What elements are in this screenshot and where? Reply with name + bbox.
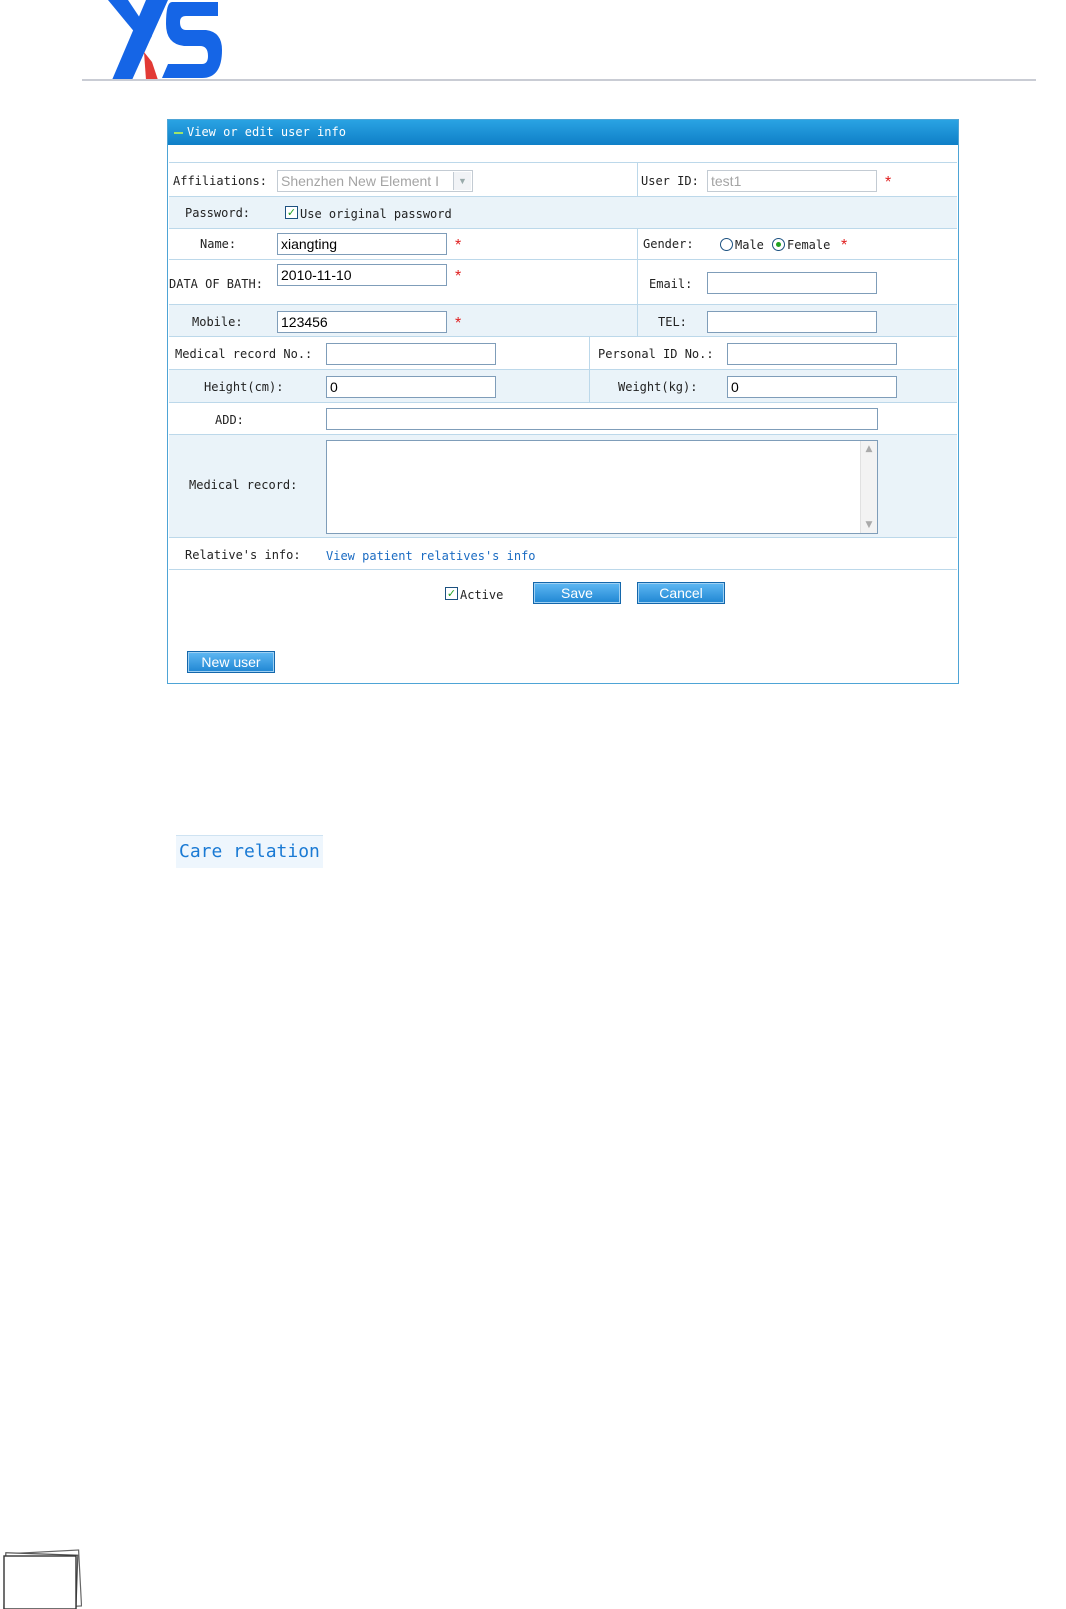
care-relation-tab[interactable]: Care relation bbox=[176, 835, 323, 868]
textarea-scrollbar[interactable]: ▲ ▼ bbox=[860, 441, 877, 533]
affiliations-select[interactable]: Shenzhen New Element I ▼ bbox=[277, 170, 473, 192]
column-divider bbox=[637, 260, 638, 305]
collapse-icon[interactable] bbox=[174, 131, 183, 134]
relatives-label: Relative's info: bbox=[185, 548, 301, 562]
row-height-weight: Height(cm): 0 Weight(kg): 0 bbox=[169, 369, 957, 403]
row-address: ADD: bbox=[169, 402, 957, 435]
row-actions: ✓ Active Save Cancel New user bbox=[169, 569, 957, 683]
scroll-down-icon[interactable]: ▼ bbox=[861, 517, 877, 533]
use-original-password-checkbox[interactable]: ✓ bbox=[285, 206, 298, 219]
header-divider bbox=[82, 79, 1036, 81]
page-header: ' bbox=[82, 0, 1036, 80]
save-button[interactable]: Save bbox=[533, 582, 621, 604]
email-label: Email: bbox=[649, 277, 693, 291]
gender-male-label: Male bbox=[735, 238, 764, 252]
row-name: Name: xiangting * Gender: Male Female * bbox=[169, 228, 957, 260]
gender-male-radio[interactable] bbox=[720, 238, 733, 251]
column-divider bbox=[589, 337, 590, 370]
view-relatives-link[interactable]: View patient relatives's info bbox=[326, 549, 536, 563]
row-dob: DATA OF BATH: 2010-11-10 * Email: bbox=[169, 259, 957, 305]
dob-label: DATA OF BATH: bbox=[169, 277, 263, 291]
cancel-button[interactable]: Cancel bbox=[637, 582, 725, 604]
dob-field[interactable]: 2010-11-10 bbox=[277, 264, 447, 286]
column-divider bbox=[637, 305, 638, 337]
tel-label: TEL: bbox=[658, 315, 687, 329]
new-user-button[interactable]: New user bbox=[187, 651, 275, 673]
medical-record-no-label: Medical record No.: bbox=[175, 347, 313, 361]
gender-female-radio[interactable] bbox=[772, 238, 785, 251]
email-field[interactable] bbox=[707, 272, 877, 294]
page-stack-icon bbox=[3, 1549, 82, 1609]
weight-label: Weight(kg): bbox=[618, 380, 698, 394]
personal-id-field[interactable] bbox=[727, 343, 897, 365]
user-id-label: User ID: bbox=[641, 174, 699, 188]
spacer-row bbox=[169, 145, 957, 162]
required-mark: * bbox=[455, 315, 462, 332]
address-label: ADD: bbox=[215, 413, 244, 427]
row-relatives: Relative's info: View patient relatives'… bbox=[169, 537, 957, 570]
name-label: Name: bbox=[200, 237, 237, 251]
height-label: Height(cm): bbox=[204, 380, 284, 394]
row-password: Password: ✓ Use original password bbox=[169, 196, 957, 229]
required-mark: * bbox=[455, 268, 462, 285]
tel-field[interactable] bbox=[707, 311, 877, 333]
row-medical-record: Medical record: ▲ ▼ bbox=[169, 434, 957, 538]
column-divider bbox=[637, 229, 638, 260]
row-affiliations: Affiliations: Shenzhen New Element I ▼ U… bbox=[169, 162, 957, 197]
column-divider bbox=[589, 370, 590, 403]
medical-record-no-field[interactable] bbox=[326, 343, 496, 365]
affiliations-value: Shenzhen New Element I bbox=[281, 173, 439, 189]
mobile-field[interactable]: 123456 bbox=[277, 311, 447, 333]
height-field[interactable]: 0 bbox=[326, 376, 496, 398]
column-divider bbox=[637, 163, 638, 197]
use-original-password-label: Use original password bbox=[300, 207, 452, 221]
weight-field[interactable]: 0 bbox=[727, 376, 897, 398]
scroll-up-icon[interactable]: ▲ bbox=[861, 441, 877, 457]
user-info-panel: View or edit user info Affiliations: She… bbox=[167, 119, 959, 684]
medical-record-label: Medical record: bbox=[189, 478, 298, 492]
required-mark: * bbox=[841, 237, 848, 254]
user-id-field[interactable]: test1 bbox=[707, 170, 877, 192]
personal-id-label: Personal ID No.: bbox=[598, 347, 714, 361]
active-label: Active bbox=[460, 588, 504, 602]
gender-female-label: Female bbox=[787, 238, 831, 252]
gender-label: Gender: bbox=[643, 237, 694, 251]
panel-title: View or edit user info bbox=[187, 125, 346, 139]
panel-header[interactable]: View or edit user info bbox=[168, 120, 958, 145]
row-record-no: Medical record No.: Personal ID No.: bbox=[169, 336, 957, 370]
mobile-label: Mobile: bbox=[192, 315, 243, 329]
required-mark: * bbox=[455, 237, 462, 254]
chevron-down-icon[interactable]: ▼ bbox=[453, 172, 471, 190]
row-mobile: Mobile: 123456 * TEL: bbox=[169, 304, 957, 337]
address-field[interactable] bbox=[326, 408, 878, 430]
active-checkbox[interactable]: ✓ bbox=[445, 587, 458, 600]
medical-record-textarea[interactable]: ▲ ▼ bbox=[326, 440, 878, 534]
affiliations-label: Affiliations: bbox=[173, 174, 267, 188]
company-logo bbox=[108, 0, 222, 80]
password-label: Password: bbox=[185, 206, 251, 220]
required-mark: * bbox=[885, 174, 892, 191]
name-field[interactable]: xiangting bbox=[277, 233, 447, 255]
